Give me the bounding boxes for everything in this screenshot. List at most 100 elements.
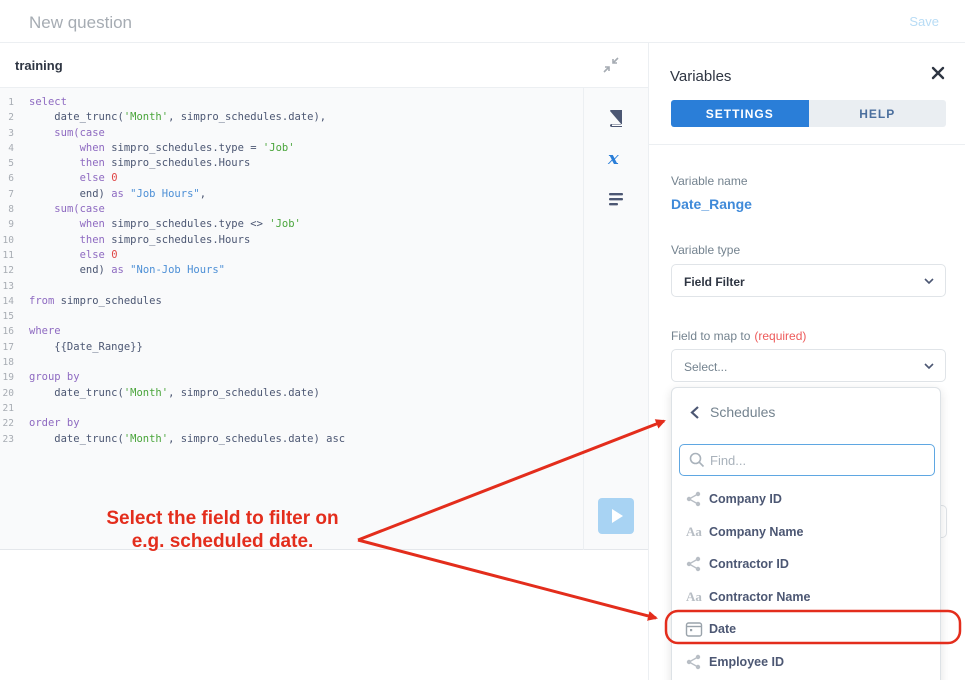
code-token: order by [29,417,80,430]
code-line: 16 where [0,324,580,339]
code-line: 19 group by [0,370,580,385]
line-number: 1 [8,97,14,108]
code-line: 17 {{Date_Range}} [0,340,580,355]
code-text: where [29,324,61,339]
code-text: end) as "Job Hours", [29,187,206,202]
code-token: group by [29,371,80,384]
field-map-select[interactable]: Select... [671,349,946,382]
string-icon: Aa [686,588,702,604]
code-token: as [111,187,124,200]
editor-toolbar: x [583,88,648,550]
code-token: 'Month' [123,386,169,399]
code-text: {{Date_Range}} [29,340,143,355]
code-token: then [79,157,105,170]
find-field-box [679,444,935,476]
callout-line-2: e.g. scheduled date. [131,531,314,552]
arrow-to-date [357,538,658,621]
connections-icon [685,654,703,670]
field-label: Contractor ID [709,557,789,571]
line-number: 5 [8,158,14,170]
code-token: sum(case [54,203,105,216]
code-line: 20 date_trunc('Month', simpro_schedules.… [0,386,580,401]
line-number: 9 [8,219,14,231]
line-number: 18 [2,357,14,369]
variable-type-select[interactable]: Field Filter [671,264,946,297]
code-text: else 0 [29,248,118,263]
page-title: New question [29,13,133,32]
line-number: 21 [2,402,14,414]
line-number: 10 [2,234,14,246]
code-text: date_trunc('Month', simpro_schedules.dat… [29,432,345,447]
run-query-button[interactable] [598,498,634,534]
field-item-contractor-id[interactable]: Contractor ID [672,549,942,579]
code-text: else 0 [29,171,118,186]
line-number: 12 [2,265,14,277]
code-area[interactable]: 1 select 2 date_trunc('Month', simpro_sche… [0,95,580,447]
table-name: Schedules [710,404,776,420]
back-to-tables-button[interactable]: Schedules [689,402,849,424]
find-input[interactable] [710,449,920,471]
line-number: 4 [8,142,14,154]
field-label: Date [709,622,737,636]
code-token: simpro_schedules [54,294,162,307]
field-item-date[interactable]: Date [672,614,942,644]
book-icon[interactable] [606,108,626,128]
code-line: 21 [0,401,580,416]
variable-type-label: Variable type [671,243,741,257]
svg-text:x: x [607,148,619,168]
code-token: 'Month' [123,111,169,124]
code-token: end) [29,187,112,200]
required-tag: (required) [754,329,807,343]
variable-name-label: Variable name [671,174,748,188]
code-token: 'Job' [262,141,295,154]
code-line: 14 from simpro_schedules [0,294,580,309]
line-number: 22 [2,418,14,430]
annotation-callout: Select the field to filter on e.g. sched… [60,507,385,553]
chevron-down-icon [924,278,934,285]
field-item-employee-id[interactable]: Employee ID [672,647,942,677]
field-label: Employee ID [709,654,785,669]
snippet-icon[interactable] [606,189,626,209]
line-number: 3 [8,127,14,139]
tab-help[interactable]: HELP [808,100,946,127]
save-button[interactable]: Save [909,14,939,29]
code-token: date_trunc( [29,386,124,399]
variable-name-value[interactable]: Date_Range [671,196,752,212]
variable-x-icon[interactable]: x [606,148,626,168]
code-line: 3 sum(case [0,126,580,141]
variable-type-value: Field Filter [684,275,745,289]
code-text: date_trunc('Month', simpro_schedules.dat… [29,110,326,125]
code-line: 13 [0,279,580,294]
connections-icon [685,556,703,572]
line-number: 19 [2,372,14,384]
code-token: then [79,233,105,246]
field-map-label-text: Field to map to [671,329,751,343]
code-text: from simpro_schedules [29,294,162,309]
line-number: 14 [2,295,14,307]
field-label: Company ID [709,492,782,506]
code-token: simpro_schedules.type <> [104,218,270,231]
field-item-company-id[interactable]: Company ID [672,484,942,514]
callout-line-1: Select the field to filter on [106,508,339,529]
close-icon[interactable] [930,65,946,81]
field-item-contractor-name[interactable]: Aa Contractor Name [672,582,942,612]
code-line: 18 [0,355,580,370]
code-token: from [29,294,55,307]
field-label: Company Name [709,524,804,539]
field-item-company-name[interactable]: Aa Company Name [672,517,942,547]
code-token: when [79,218,105,231]
code-token: , [199,187,207,200]
line-number: 11 [2,249,14,261]
line-number: 8 [8,204,14,216]
collapse-icon[interactable] [602,56,620,74]
tab-settings[interactable]: SETTINGS [671,100,809,127]
divider [649,144,965,145]
database-name[interactable]: training [15,58,63,73]
code-token: as [111,264,124,277]
code-text: order by [29,416,80,431]
sidebar-title: Variables [670,68,732,85]
